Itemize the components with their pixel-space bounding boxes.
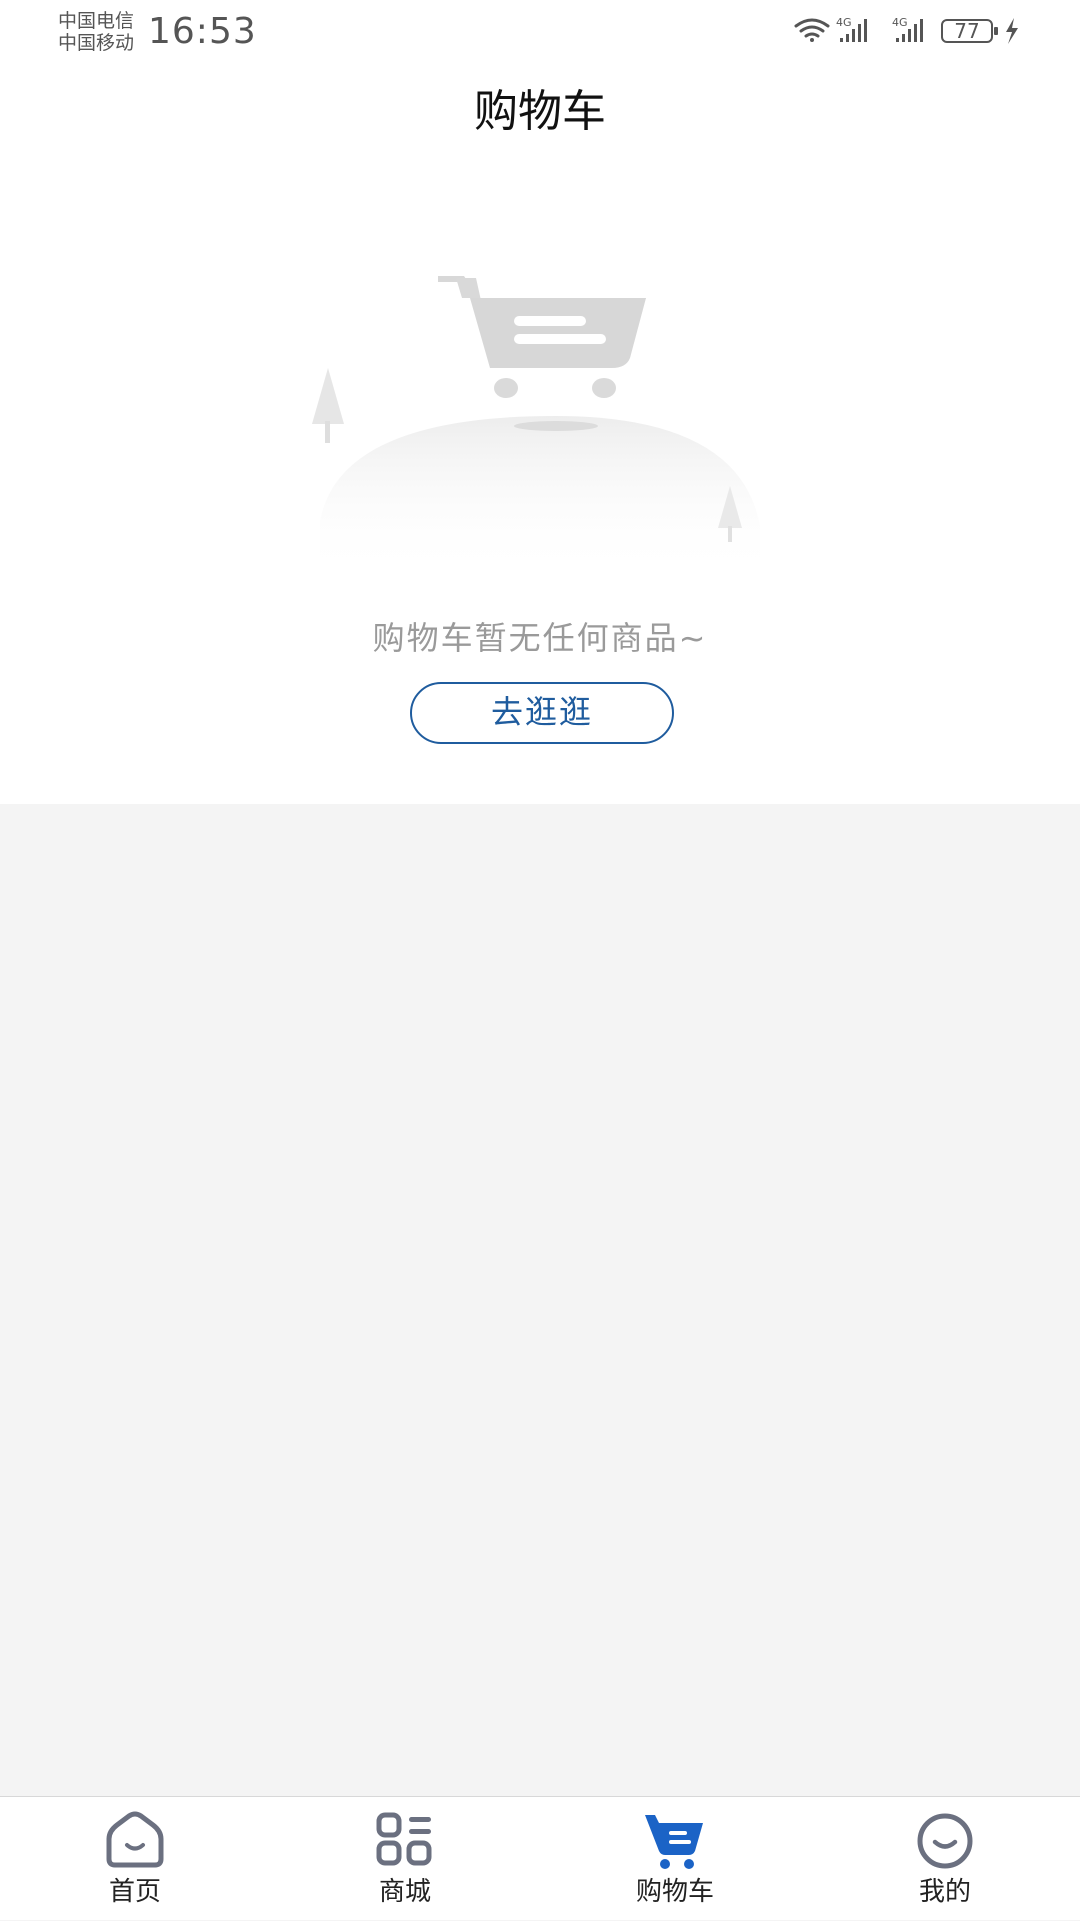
cart-icon [645,1815,703,1869]
tab-cart[interactable]: 购物车 [540,1797,810,1921]
tab-mall[interactable]: 商城 [270,1797,540,1921]
battery-level: 77 [954,19,979,43]
page-title: 购物车 [474,86,606,137]
grid-icon [376,1812,432,1866]
tab-mine[interactable]: 我的 [810,1797,1080,1921]
hill-shape [320,416,760,576]
empty-cart-message: 购物车暂无任何商品~ [372,619,708,657]
bottom-tab-bar: 首页 商城 购物车 我的 [0,1796,1080,1920]
status-time: 16:53 [148,11,257,52]
smile-face-icon [917,1813,973,1869]
empty-cart-section: 购物车暂无任何商品~ 去逛逛 [0,158,1080,804]
status-icons: 4G 4G 77 [794,16,1018,44]
tree-left [312,368,344,443]
wifi-icon [794,18,830,42]
cart-shadow [514,421,598,431]
tab-mine-label: 我的 [918,1877,971,1907]
cart-icon-large [438,276,646,398]
go-shopping-button[interactable]: 去逛逛 [410,682,674,744]
carrier-2-label: 中国移动 [58,32,135,54]
network-2-label: 4G [892,16,908,29]
page-header: 购物车 [0,66,1080,158]
empty-cart-illustration [312,276,760,576]
carrier-1-label: 中国电信 [58,10,135,32]
network-1-label: 4G [836,16,852,29]
battery-icon: 77 [941,19,998,43]
tab-mall-label: 商城 [378,1877,431,1907]
tab-cart-label: 购物车 [635,1877,714,1907]
tab-home[interactable]: 首页 [0,1797,270,1921]
home-icon [106,1811,164,1868]
charging-icon [1006,18,1018,44]
status-bar: 中国电信 中国移动 16:53 4G 4G 77 [0,0,1080,66]
tab-home-label: 首页 [108,1877,161,1907]
